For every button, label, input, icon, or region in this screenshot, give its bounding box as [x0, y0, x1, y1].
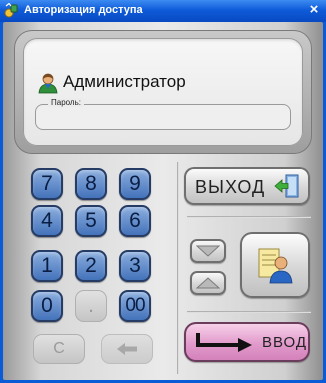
- key-6[interactable]: 6: [119, 205, 151, 237]
- key-7[interactable]: 7: [31, 168, 63, 200]
- backspace-arrow-icon: [117, 343, 137, 355]
- scroll-up-button[interactable]: [190, 239, 226, 263]
- exit-button[interactable]: ВЫХОД: [184, 167, 310, 205]
- arrow-down-icon: [196, 245, 220, 257]
- divider-top: [187, 216, 311, 218]
- close-button[interactable]: ×: [306, 2, 322, 18]
- enter-label: ВВОД: [262, 334, 308, 351]
- key-decimal[interactable]: .: [75, 290, 107, 322]
- key-8[interactable]: 8: [75, 168, 107, 200]
- enter-button[interactable]: ВВОД: [184, 322, 310, 362]
- user-card-icon: [258, 248, 293, 284]
- login-window: Авторизация доступа × Администратор Паро…: [0, 0, 326, 383]
- key-shield-icon: [4, 3, 18, 18]
- key-0[interactable]: 0: [31, 290, 63, 322]
- key-1[interactable]: 1: [31, 250, 63, 282]
- user-name: Администратор: [63, 72, 186, 91]
- password-field[interactable]: [42, 109, 286, 125]
- key-2[interactable]: 2: [75, 250, 107, 282]
- password-label: Пароль:: [48, 98, 84, 107]
- select-user-button[interactable]: [240, 232, 310, 298]
- window-title: Авторизация доступа: [24, 4, 143, 16]
- arrow-up-icon: [196, 277, 220, 289]
- scroll-down-button[interactable]: [190, 271, 226, 295]
- key-double-zero[interactable]: 00: [119, 290, 151, 322]
- key-9[interactable]: 9: [119, 168, 151, 200]
- client-area: Администратор Пароль: 7 8 9 4 5 6 1 2 3 …: [3, 22, 323, 380]
- exit-label: ВЫХОД: [195, 177, 266, 197]
- backspace-button[interactable]: [101, 334, 153, 364]
- key-5[interactable]: 5: [75, 205, 107, 237]
- key-4[interactable]: 4: [31, 205, 63, 237]
- key-3[interactable]: 3: [119, 250, 151, 282]
- user-avatar-icon: [38, 73, 58, 94]
- password-group: Пароль:: [35, 98, 291, 130]
- vertical-divider: [177, 162, 179, 374]
- exit-door-icon: [274, 174, 299, 198]
- display-frame: Администратор Пароль:: [14, 30, 312, 154]
- clear-button[interactable]: C: [33, 334, 85, 364]
- enter-arrow-icon: [196, 333, 252, 352]
- user-display: Администратор Пароль:: [23, 38, 303, 146]
- divider-bottom: [187, 311, 311, 313]
- title-bar: Авторизация доступа ×: [0, 0, 326, 22]
